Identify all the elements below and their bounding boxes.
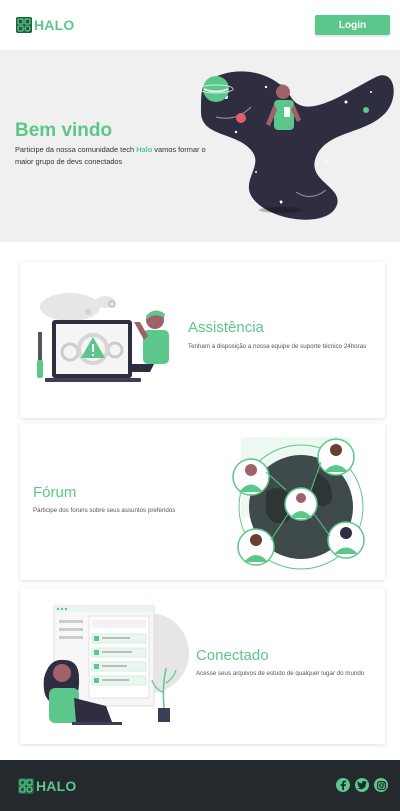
feature-card-forum[interactable]: Fórum Participe dos foruns sobre seus as… (20, 424, 385, 580)
hero-subtitle-highlight: Halo (136, 145, 153, 154)
footer-logo-text: HALO (36, 778, 77, 794)
feature-card-assistencia[interactable]: Assistência Tenham à disposição a nossa … (20, 262, 385, 418)
halo-logo-icon (18, 778, 34, 794)
hero-title: Bem vindo (15, 120, 113, 141)
login-button[interactable]: Login (315, 15, 390, 35)
feature-title: Conectado (196, 647, 269, 664)
feature-title: Assistência (188, 319, 264, 336)
halo-logo[interactable]: HALO (16, 17, 74, 33)
facebook-icon[interactable] (336, 778, 350, 792)
feature-card-conectado[interactable]: Conectado Acesse seus arquivos de estudo… (20, 588, 385, 744)
hero-subtitle: Participe da nossa comunidade tech Halo … (15, 145, 206, 166)
twitter-icon[interactable] (355, 778, 369, 792)
footer-halo-logo[interactable]: HALO (18, 778, 76, 794)
social-links (336, 778, 388, 792)
feature-description: Acesse seus arquivos de estudo de qualqu… (196, 670, 365, 677)
feature-description: Tenham à disposição a nossa equipe de su… (188, 343, 367, 350)
hero-section: Bem vindo Participe da nossa comunidade … (0, 50, 400, 242)
halo-logo-icon (16, 17, 32, 33)
technician-laptop-warning-illustration (37, 293, 169, 382)
top-header: HALO Login (0, 0, 400, 50)
footer: HALO (0, 760, 400, 811)
feature-description: Participe dos foruns sobre seus assuntos… (33, 507, 176, 514)
woman-laptop-checklist-illustration (43, 605, 189, 725)
instagram-icon[interactable] (374, 778, 388, 792)
logo-text: HALO (34, 17, 75, 33)
feature-title: Fórum (33, 484, 77, 501)
space-explorer-illustration (198, 71, 394, 220)
community-globe-people-illustration (232, 437, 365, 570)
